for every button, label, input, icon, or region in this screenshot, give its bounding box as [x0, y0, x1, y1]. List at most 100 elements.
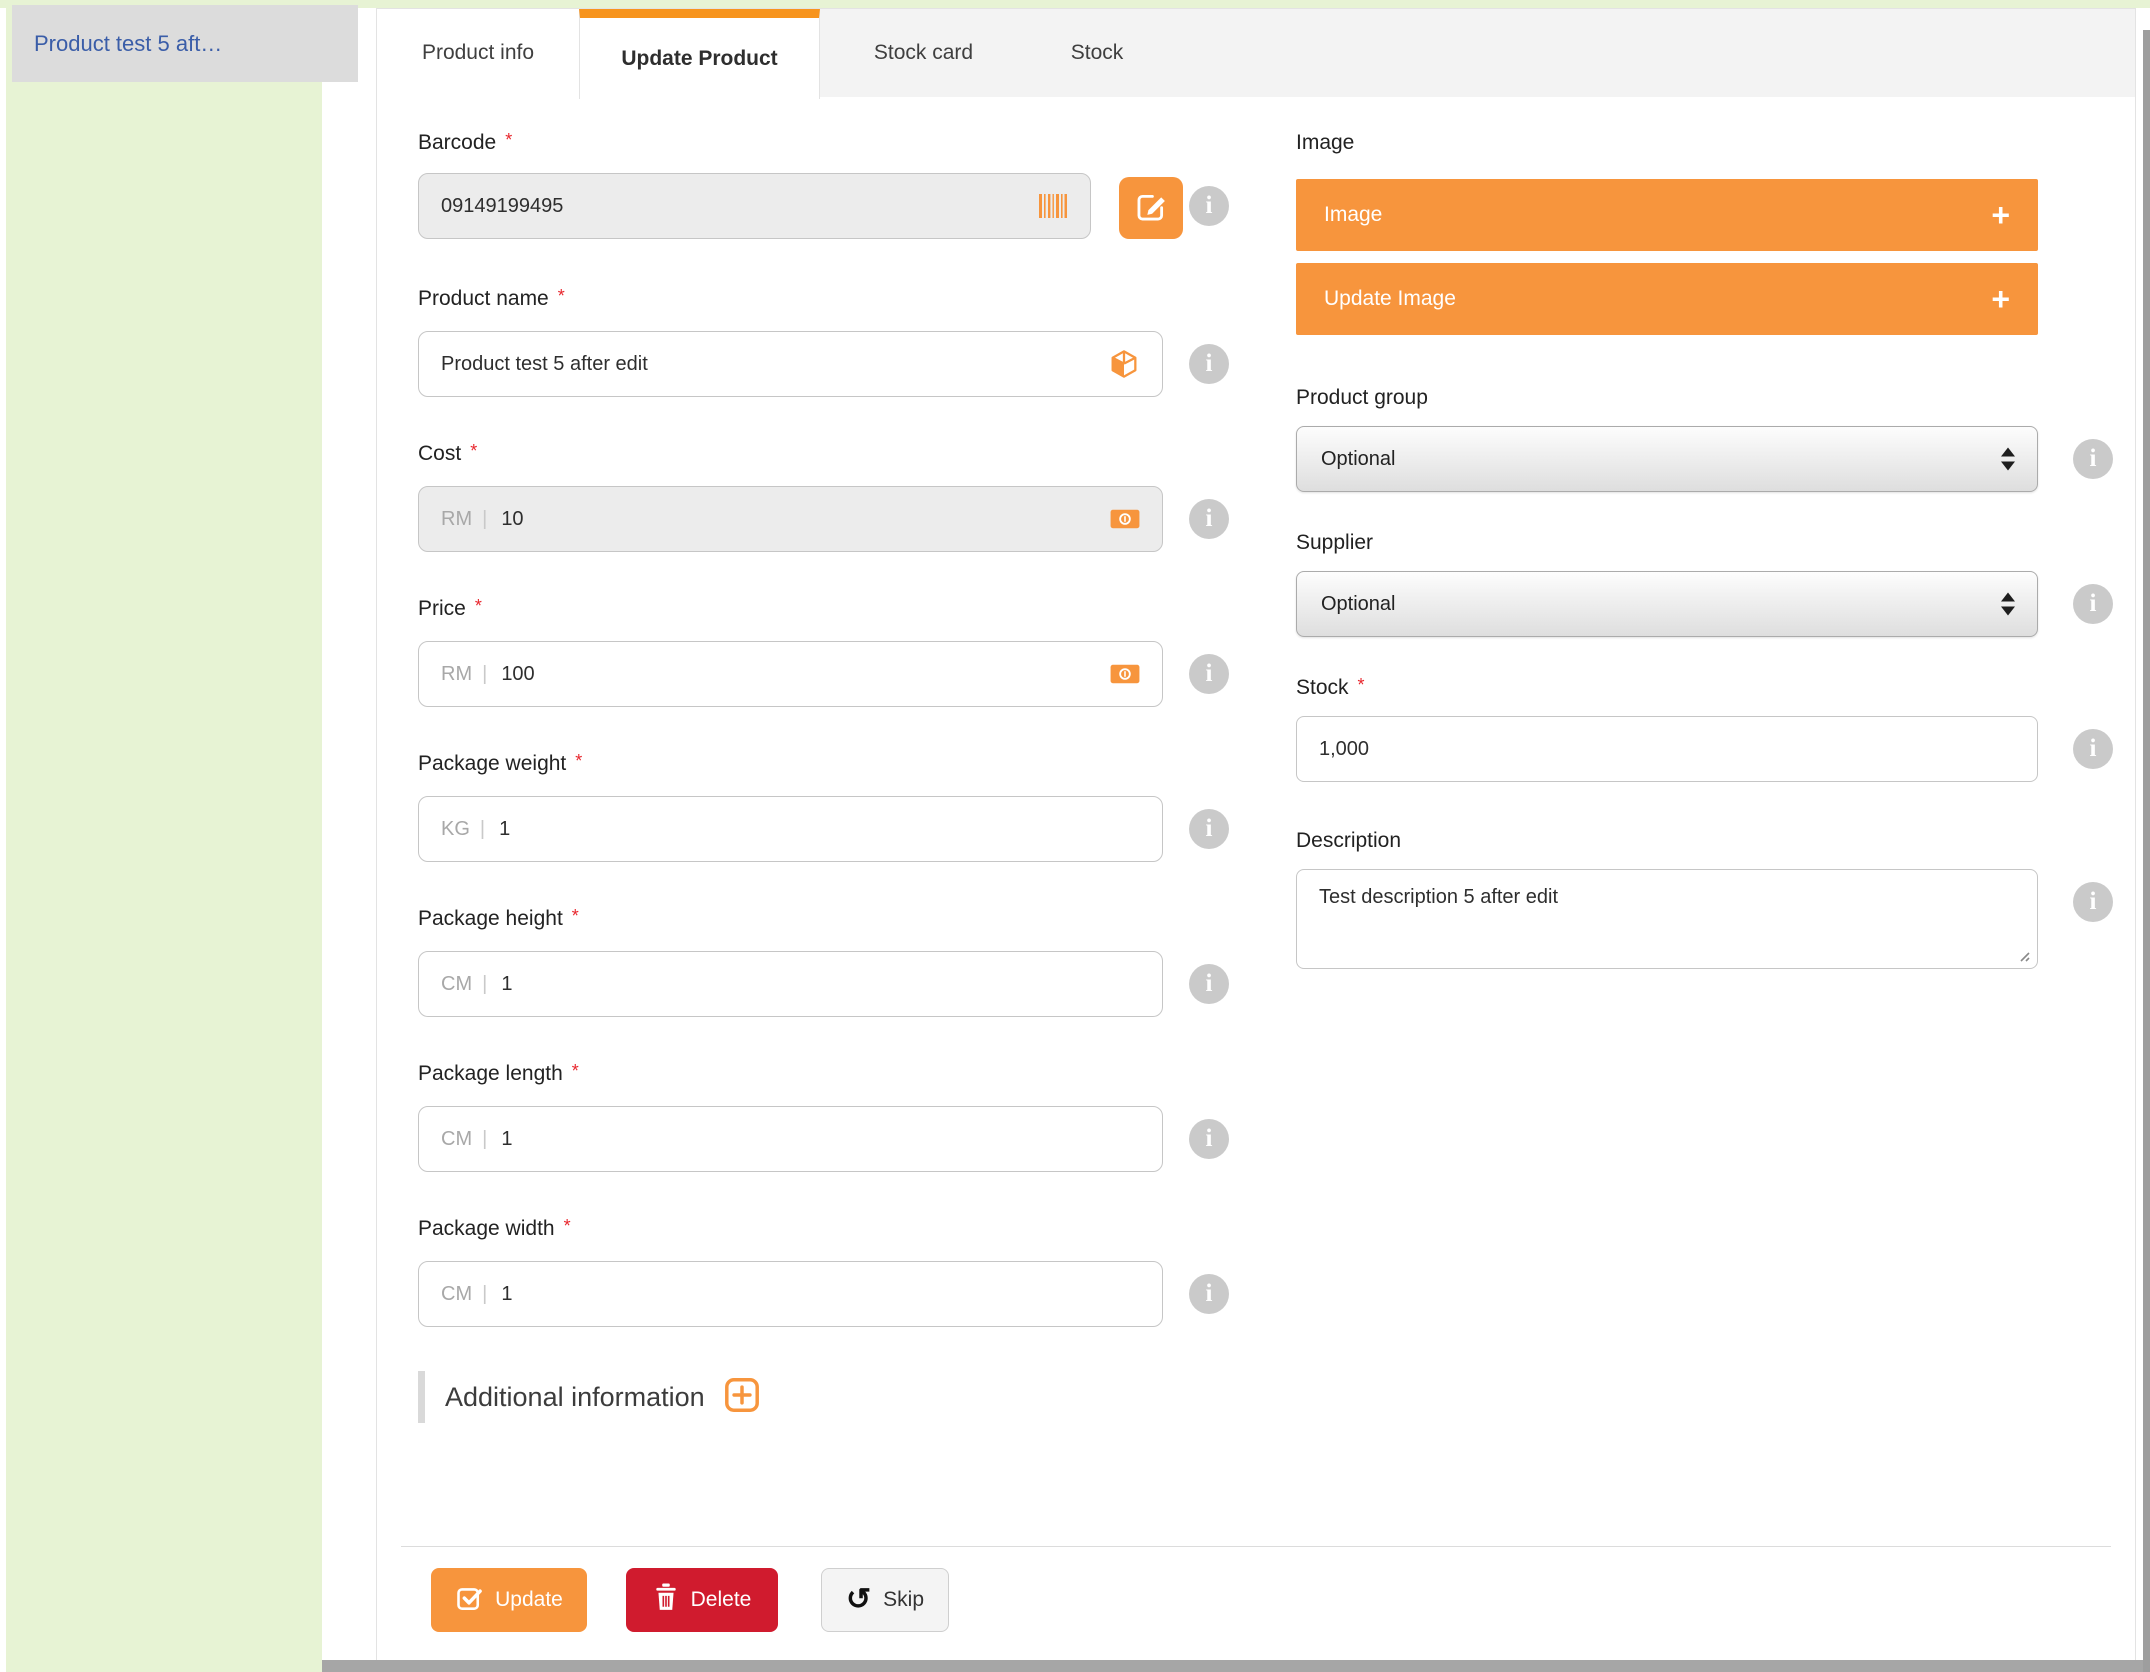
barcode-label: Barcode*	[418, 131, 512, 155]
package-width-input[interactable]	[501, 1283, 1140, 1306]
product-list-sidebar	[6, 8, 322, 1672]
product-detail-panel: Product info Update Product Stock card S…	[376, 8, 2136, 1662]
cost-label: Cost*	[418, 442, 477, 466]
image-accordion-header[interactable]: Image +	[1296, 179, 2038, 251]
package-width-label: Package width*	[418, 1217, 571, 1241]
page: Product test 5 aft… Product info Update …	[0, 0, 2150, 1672]
delete-button[interactable]: Delete	[626, 1568, 778, 1632]
currency-prefix: RM	[441, 508, 472, 531]
required-asterisk: *	[564, 1216, 571, 1236]
info-icon[interactable]: i	[2073, 584, 2113, 624]
required-asterisk: *	[572, 906, 579, 926]
required-asterisk: *	[558, 286, 565, 306]
info-icon[interactable]: i	[2073, 882, 2113, 922]
barcode-icon	[1038, 192, 1068, 220]
package-height-label: Package height*	[418, 907, 579, 931]
package-width-field: CM |	[418, 1261, 1163, 1327]
cost-field: RM |	[418, 486, 1163, 552]
money-icon	[1110, 508, 1140, 530]
description-textarea[interactable]	[1296, 869, 2038, 969]
cube-icon	[1108, 347, 1140, 381]
required-asterisk: *	[572, 1061, 579, 1081]
required-asterisk: *	[505, 130, 512, 150]
product-name-field	[418, 331, 1163, 397]
stock-field	[1296, 716, 2038, 782]
package-length-field: CM |	[418, 1106, 1163, 1172]
select-arrows-icon	[2001, 593, 2015, 616]
undo-icon: ↺	[846, 1585, 871, 1615]
required-asterisk: *	[1358, 675, 1365, 695]
info-icon[interactable]: i	[1189, 1119, 1229, 1159]
additional-information-section: Additional information	[418, 1371, 761, 1423]
package-length-input[interactable]	[501, 1128, 1140, 1151]
product-group-label: Product group	[1296, 386, 1428, 410]
package-height-input[interactable]	[501, 973, 1140, 996]
tab-stock[interactable]: Stock	[1027, 9, 1167, 97]
image-section-label: Image	[1296, 131, 1354, 155]
check-square-icon	[455, 1583, 483, 1617]
edit-barcode-button[interactable]	[1119, 177, 1183, 239]
package-weight-input[interactable]	[499, 818, 1140, 841]
add-additional-information-button[interactable]	[723, 1376, 761, 1419]
plus-icon: +	[1991, 199, 2010, 231]
skip-button[interactable]: ↺ Skip	[821, 1568, 949, 1632]
update-button[interactable]: Update	[431, 1568, 587, 1632]
footer-divider	[401, 1546, 2111, 1547]
section-accent-bar	[418, 1371, 425, 1423]
stock-input[interactable]	[1319, 738, 2015, 761]
unit-prefix: KG	[441, 818, 470, 841]
tab-stock-card[interactable]: Stock card	[820, 9, 1027, 97]
required-asterisk: *	[575, 751, 582, 771]
barcode-input[interactable]	[441, 195, 1026, 218]
sidebar-item-selected-product[interactable]: Product test 5 aft…	[12, 5, 358, 82]
package-length-label: Package length*	[418, 1062, 579, 1086]
info-icon[interactable]: i	[1189, 1274, 1229, 1314]
info-icon[interactable]: i	[1189, 499, 1229, 539]
cost-input[interactable]	[501, 508, 1098, 531]
update-image-accordion-header[interactable]: Update Image +	[1296, 263, 2038, 335]
money-icon	[1110, 663, 1140, 685]
required-asterisk: *	[475, 596, 482, 616]
vertical-scrollbar[interactable]	[2143, 30, 2150, 1672]
price-field: RM |	[418, 641, 1163, 707]
package-height-field: CM |	[418, 951, 1163, 1017]
info-icon[interactable]: i	[1189, 186, 1229, 226]
product-name-input[interactable]	[441, 353, 1096, 376]
prefix-separator: |	[482, 973, 487, 996]
plus-square-icon	[723, 1376, 761, 1419]
info-icon[interactable]: i	[1189, 344, 1229, 384]
trash-icon	[653, 1583, 679, 1617]
additional-information-title: Additional information	[445, 1382, 705, 1413]
prefix-separator: |	[482, 508, 487, 531]
info-icon[interactable]: i	[2073, 439, 2113, 479]
info-icon[interactable]: i	[1189, 809, 1229, 849]
required-asterisk: *	[470, 441, 477, 461]
package-weight-label: Package weight*	[418, 752, 582, 776]
product-group-select[interactable]: Optional	[1296, 426, 2038, 492]
tab-bar: Product info Update Product Stock card S…	[377, 9, 2135, 97]
prefix-separator: |	[482, 1283, 487, 1306]
stock-label: Stock*	[1296, 676, 1365, 700]
info-icon[interactable]: i	[1189, 964, 1229, 1004]
supplier-select[interactable]: Optional	[1296, 571, 2038, 637]
prefix-separator: |	[482, 663, 487, 686]
prefix-separator: |	[480, 818, 485, 841]
unit-prefix: CM	[441, 1128, 472, 1151]
description-label: Description	[1296, 829, 1401, 853]
prefix-separator: |	[482, 1128, 487, 1151]
tab-update-product[interactable]: Update Product	[579, 9, 820, 99]
horizontal-scrollbar[interactable]	[322, 1660, 2150, 1672]
unit-prefix: CM	[441, 1283, 472, 1306]
tab-product-info[interactable]: Product info	[377, 9, 579, 97]
unit-prefix: CM	[441, 973, 472, 996]
barcode-field	[418, 173, 1091, 239]
select-arrows-icon	[2001, 448, 2015, 471]
info-icon[interactable]: i	[1189, 654, 1229, 694]
price-input[interactable]	[501, 663, 1098, 686]
product-name-label: Product name*	[418, 287, 565, 311]
package-weight-field: KG |	[418, 796, 1163, 862]
supplier-label: Supplier	[1296, 531, 1373, 555]
info-icon[interactable]: i	[2073, 729, 2113, 769]
price-label: Price*	[418, 597, 482, 621]
pencil-square-icon	[1134, 190, 1168, 227]
